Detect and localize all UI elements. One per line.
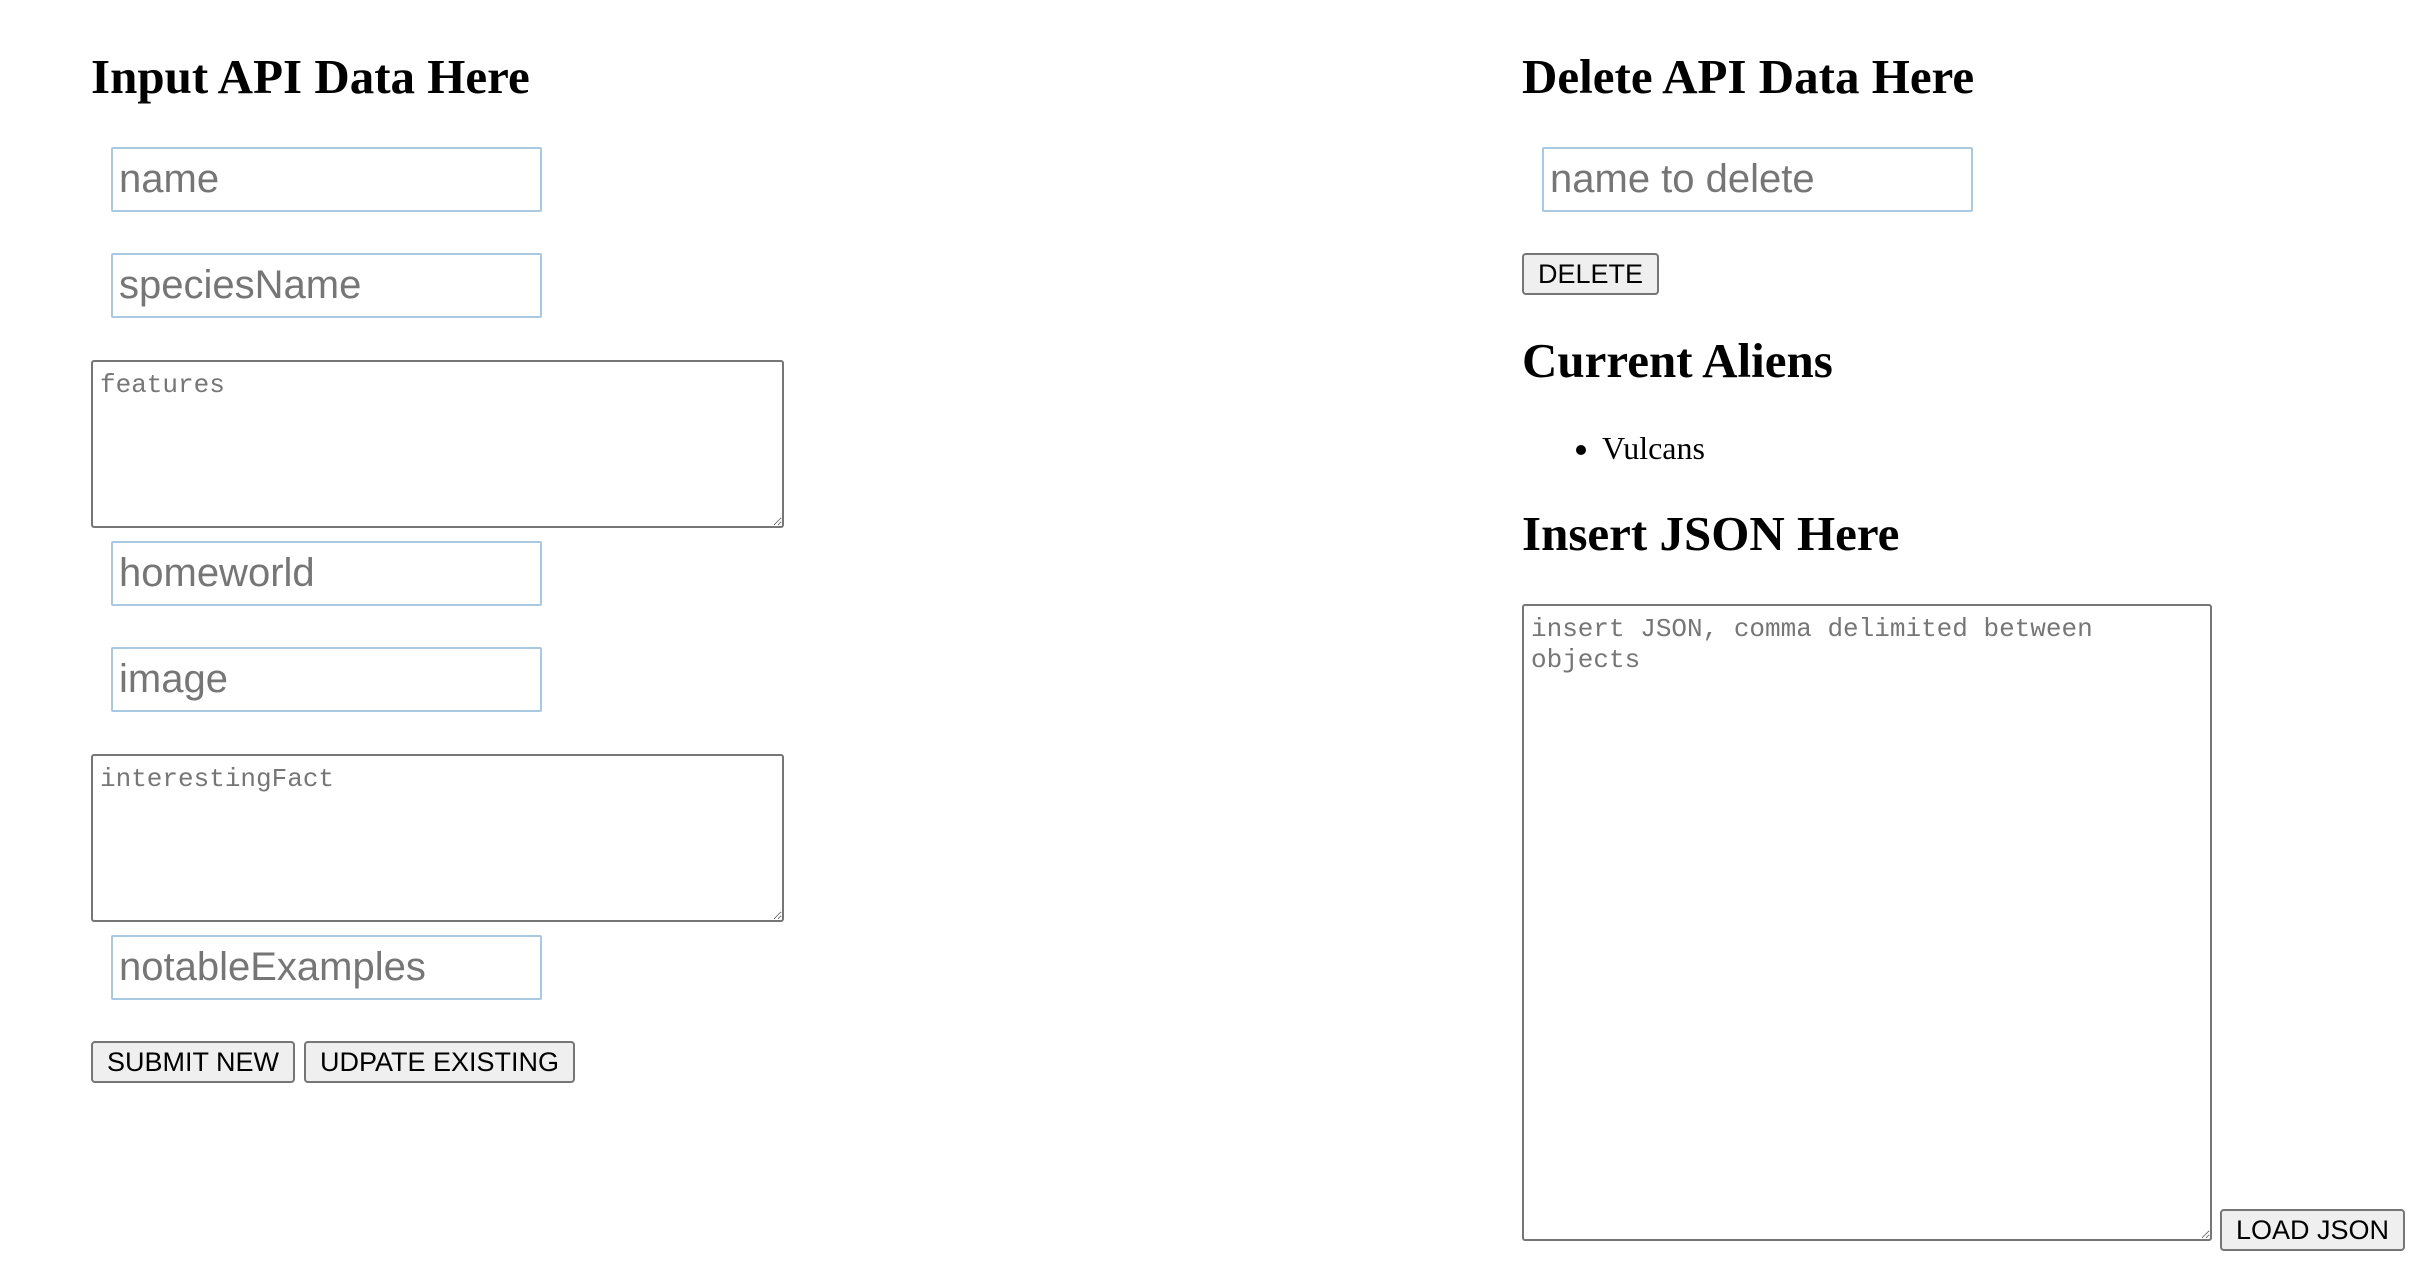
notable-examples-input[interactable] xyxy=(111,935,542,1000)
update-existing-button[interactable]: UDPATE EXISTING xyxy=(304,1041,575,1083)
interesting-fact-textarea[interactable] xyxy=(91,754,784,922)
features-textarea[interactable] xyxy=(91,360,784,528)
homeworld-input[interactable] xyxy=(111,541,542,606)
name-to-delete-input[interactable] xyxy=(1542,147,1973,212)
current-aliens-heading: Current Aliens xyxy=(1522,333,1833,388)
submit-new-button[interactable]: SUBMIT NEW xyxy=(91,1041,295,1083)
name-input[interactable] xyxy=(111,147,542,212)
species-name-input[interactable] xyxy=(111,253,542,318)
list-item: Vulcans xyxy=(1602,428,1705,468)
insert-json-heading: Insert JSON Here xyxy=(1522,506,1900,561)
delete-button[interactable]: DELETE xyxy=(1522,253,1659,295)
image-input[interactable] xyxy=(111,647,542,712)
json-textarea[interactable] xyxy=(1522,604,2212,1241)
aliens-list: Vulcans xyxy=(1522,428,1705,468)
input-section-heading: Input API Data Here xyxy=(91,49,530,104)
load-json-button[interactable]: LOAD JSON xyxy=(2220,1209,2405,1251)
delete-section-heading: Delete API Data Here xyxy=(1522,49,1975,104)
